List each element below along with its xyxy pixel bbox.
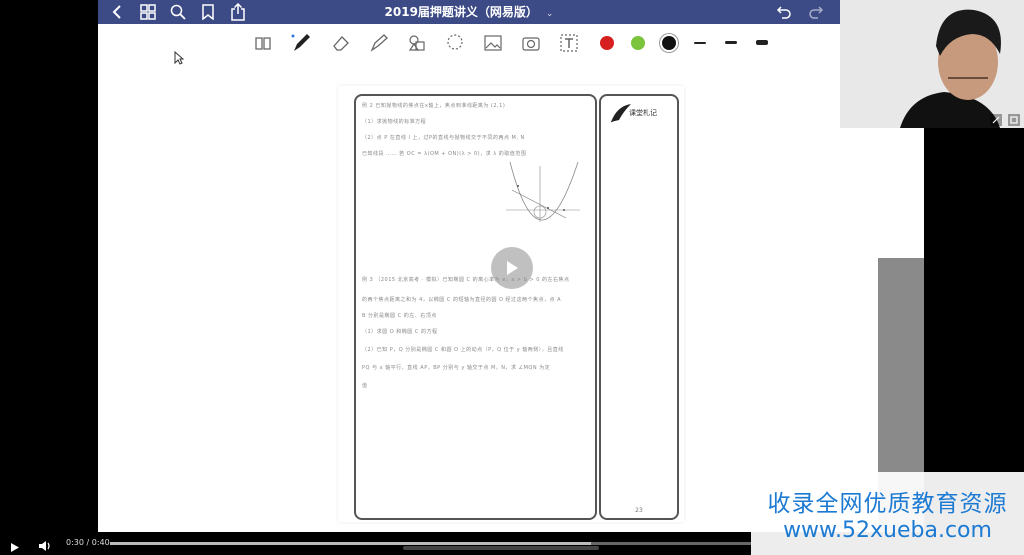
- color-black-swatch[interactable]: [662, 36, 676, 50]
- fullscreen-icon[interactable]: [1008, 114, 1020, 126]
- eraser-icon[interactable]: [330, 32, 352, 54]
- document-title-text: 2019届押题讲义（网易版）: [384, 5, 538, 19]
- play-icon[interactable]: [10, 538, 20, 555]
- stroke-thin-option[interactable]: [694, 42, 706, 44]
- chevron-down-icon[interactable]: ⌄: [546, 9, 554, 19]
- stroke-thick-option[interactable]: [756, 40, 768, 45]
- question-line: （2）已知 P，Q 分别是椭圆 C 和圆 O 上的动点（P，Q 位于 y 轴两侧…: [362, 347, 564, 353]
- camera-icon[interactable]: [520, 32, 542, 54]
- page-number: 23: [635, 507, 643, 514]
- stroke-medium-option[interactable]: [725, 41, 737, 44]
- pen-icon[interactable]: [290, 32, 312, 54]
- image-icon[interactable]: [482, 32, 504, 54]
- drawing-toolbar: [98, 24, 840, 64]
- notes-title: 课堂札记: [629, 109, 657, 117]
- video-play-button[interactable]: [491, 247, 533, 289]
- presenter-video: [840, 0, 1024, 128]
- pin-icon[interactable]: [990, 114, 1002, 126]
- notes-app-window: 2019届押题讲义（网易版） ⌄ 例 2 已知抛物线的焦点在x轴上，焦点到准线距…: [98, 0, 840, 532]
- watermark-line1: 收录全网优质教育资源: [767, 491, 1008, 517]
- lasso-icon[interactable]: [444, 32, 466, 54]
- question-line: 值: [362, 383, 368, 389]
- question-line: 例 2 已知抛物线的焦点在x轴上，焦点到准线距离为 (2,1): [362, 103, 506, 109]
- canvas-area[interactable]: 例 2 已知抛物线的焦点在x轴上，焦点到准线距离为 (2,1) （1）求抛物线的…: [98, 50, 840, 532]
- book-icon[interactable]: [252, 32, 274, 54]
- question-line: 的两个焦点距离之和为 4，以椭圆 C 的短轴为直径的圆 O 经过这两个焦点，点 …: [362, 297, 562, 303]
- document-title[interactable]: 2019届押题讲义（网易版） ⌄: [98, 3, 840, 20]
- question-line: 已知线段 …… 若 OC = λ(OM + ON)(λ > 0)，求 λ 的取值…: [362, 151, 527, 157]
- scrub-handle[interactable]: [403, 546, 599, 550]
- redo-icon[interactable]: [806, 2, 826, 22]
- playback-time: 0:30 / 0:40: [66, 538, 110, 547]
- mouse-cursor-icon: [174, 50, 185, 69]
- watermark-banner: 收录全网优质教育资源 www.52xueba.com: [751, 472, 1024, 555]
- question-panel: 例 2 已知抛物线的焦点在x轴上，焦点到准线距离为 (2,1) （1）求抛物线的…: [354, 94, 597, 520]
- progress-bar[interactable]: [110, 542, 751, 545]
- volume-icon[interactable]: [38, 537, 52, 555]
- color-green-swatch[interactable]: [631, 36, 645, 50]
- shapes-icon[interactable]: [406, 32, 428, 54]
- play-icon: [507, 261, 518, 275]
- title-bar: 2019届押题讲义（网易版） ⌄: [98, 0, 840, 24]
- question-line: （1）求抛物线的标准方程: [362, 119, 427, 125]
- highlighter-icon[interactable]: [368, 32, 390, 54]
- screen: 2019届押题讲义（网易版） ⌄ 例 2 已知抛物线的焦点在x轴上，焦点到准线距…: [0, 0, 1024, 555]
- progress-fill: [110, 542, 591, 545]
- undo-icon[interactable]: [774, 2, 794, 22]
- question-line: 例 3 （2015 北京高考 · 模拟）已知椭圆 C 的离心率为 e，a > b…: [362, 277, 570, 283]
- question-line: B 分别是椭圆 C 的左、右顶点: [362, 313, 437, 319]
- webcam-overlay: [840, 0, 1024, 128]
- notes-panel: 课堂札记 23: [599, 94, 679, 520]
- document-page: 例 2 已知抛物线的焦点在x轴上，焦点到准线距离为 (2,1) （1）求抛物线的…: [338, 86, 684, 522]
- watermark-line2: www.52xueba.com: [783, 518, 992, 543]
- question-line: （2）点 P 在直线 l 上，过P的直线与抛物线交于不同的两点 M, N: [362, 135, 525, 141]
- color-red-swatch[interactable]: [600, 36, 614, 50]
- question-line: PQ 与 x 轴平行，直线 AP，BP 分别与 y 轴交于点 M，N，求 ∠MQ…: [362, 365, 551, 371]
- text-icon[interactable]: [558, 32, 580, 54]
- webcam-controls: [990, 114, 1020, 126]
- question-line: （1）求圆 O 和椭圆 C 的方程: [362, 329, 438, 335]
- parabola-figure: [506, 161, 580, 222]
- video-player-controls: 0:30 / 0:40: [0, 532, 751, 555]
